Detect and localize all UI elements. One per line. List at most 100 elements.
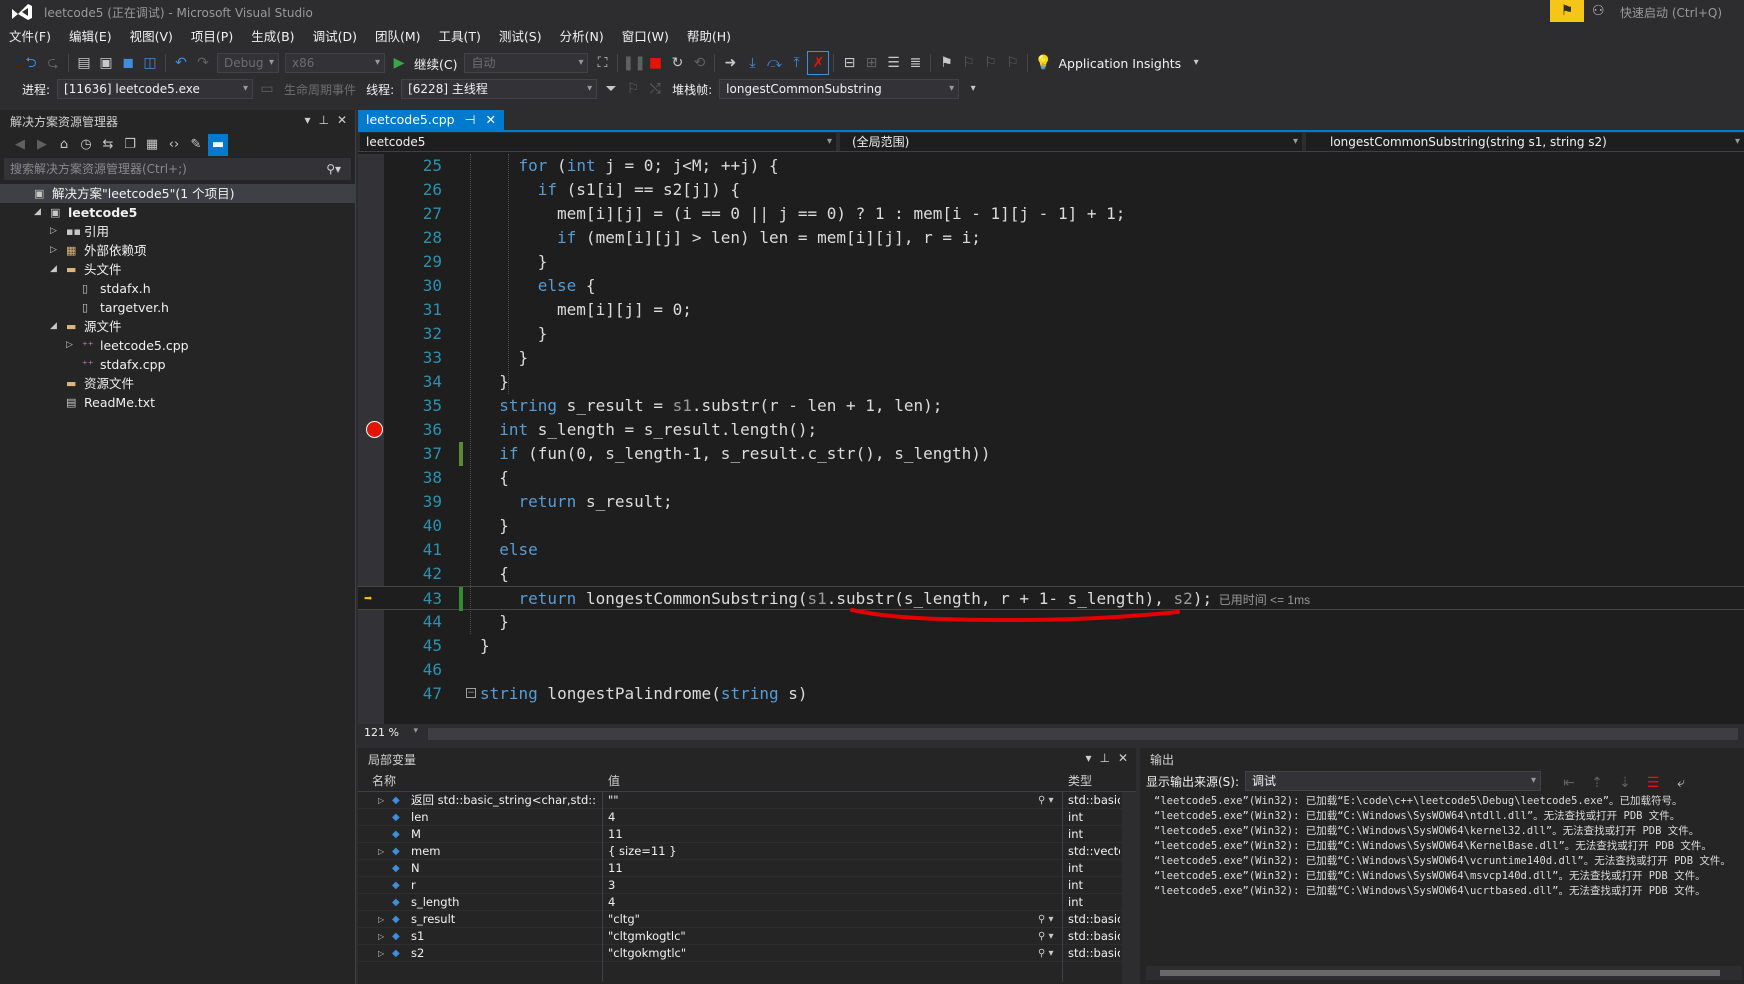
menu-debug[interactable]: 调试(D) xyxy=(304,26,366,48)
pin-icon[interactable]: ⊣ xyxy=(465,110,476,130)
menu-file[interactable]: 文件(F) xyxy=(0,26,60,48)
chevron-down-icon[interactable]: ▾ xyxy=(1185,52,1207,74)
dropdown-icon[interactable]: ▾ xyxy=(1085,751,1091,765)
history-icon[interactable]: ◷ xyxy=(76,134,96,156)
close-icon[interactable]: ✕ xyxy=(485,110,495,130)
locals-row[interactable]: ▷ ◆ s1 "cltgmkogtlc" ⚲ ▾ std::basic_string xyxy=(358,928,1136,945)
new-project-icon[interactable]: ▤ xyxy=(73,52,95,74)
visualizer-icon[interactable]: ⚲ ▾ xyxy=(1038,945,1054,962)
code-line[interactable]: 39 return s_result; xyxy=(358,490,1744,514)
code-line[interactable]: 37 if (fun(0, s_length-1, s_result.c_str(… xyxy=(358,442,1744,466)
uncomment-icon[interactable]: ≣ xyxy=(904,52,926,74)
solution-tree-item[interactable]: ▷ ▦ 外部依赖项 xyxy=(0,241,355,260)
variable-value[interactable]: 3 xyxy=(608,877,988,894)
visualizer-icon[interactable]: ⚲ ▾ xyxy=(1038,928,1054,945)
breakpoint-icon[interactable] xyxy=(366,421,383,438)
expand-arrow-icon[interactable]: ▷ xyxy=(50,241,57,260)
next-message-icon[interactable]: ⇣ xyxy=(1614,772,1636,794)
variable-value[interactable]: 4 xyxy=(608,809,988,826)
locals-row[interactable]: ◆ M 11 int xyxy=(358,826,1136,843)
menu-edit[interactable]: 编辑(E) xyxy=(60,26,121,48)
show-all-files-icon[interactable]: ▦ xyxy=(142,134,162,156)
variable-value[interactable]: "cltgokmgtlc" xyxy=(608,945,988,962)
code-line[interactable]: 41 else xyxy=(358,538,1744,562)
horizontal-scrollbar[interactable] xyxy=(1146,966,1742,980)
instruction-pointer-icon[interactable]: ➡ xyxy=(364,587,372,611)
locals-row[interactable]: ◆ N 11 int xyxy=(358,860,1136,877)
solution-tree-item[interactable]: ▷ ▪▪ 引用 xyxy=(0,222,355,241)
copy-icon[interactable]: ❐ xyxy=(120,134,140,156)
open-file-icon[interactable]: ▣ xyxy=(95,52,117,74)
lifecycle-events-button[interactable]: 生命周期事件 xyxy=(284,81,356,98)
menu-tools[interactable]: 工具(T) xyxy=(430,26,490,48)
code-line[interactable]: 42 { xyxy=(358,562,1744,586)
code-line[interactable]: 35 string s_result = s1.substr(r - len + … xyxy=(358,394,1744,418)
home-icon[interactable]: ⌂ xyxy=(54,134,74,156)
save-icon[interactable]: ◼ xyxy=(117,52,139,74)
preview-icon[interactable]: ▬ xyxy=(208,134,228,156)
undo-icon[interactable]: ↶ xyxy=(170,52,192,74)
zoom-select[interactable]: 121 % xyxy=(364,726,418,739)
pin-icon[interactable]: ⊥ xyxy=(1099,751,1109,765)
code-line[interactable]: 28 if (mem[i][j] > len) len = mem[i][j], … xyxy=(358,226,1744,250)
comment-icon[interactable]: ☰ xyxy=(882,52,904,74)
flag-thread-icon[interactable]: ⚐ xyxy=(622,78,644,100)
column-divider[interactable] xyxy=(1062,792,1063,982)
browser-link-icon[interactable]: ⛶ xyxy=(591,52,613,74)
prev-bookmark-icon[interactable]: ⚐ xyxy=(957,52,979,74)
project-nav-select[interactable]: leetcode5 xyxy=(360,133,836,151)
expand-arrow-icon[interactable]: ▷ xyxy=(378,843,384,860)
solution-tree-item[interactable]: ▯ stdafx.h xyxy=(0,279,355,298)
code-line[interactable]: 40} xyxy=(358,514,1744,538)
column-name[interactable]: 名称 xyxy=(372,770,396,792)
expand-arrow-icon[interactable]: ▷ xyxy=(50,222,57,241)
solution-tree-item[interactable]: ◢ ▣ leetcode5 xyxy=(0,203,355,222)
breakpoint-toggle-icon[interactable]: ✗ xyxy=(807,51,830,75)
application-insights-button[interactable]: Application Insights xyxy=(1054,56,1185,71)
show-next-statement-icon[interactable]: ⟲ xyxy=(688,52,710,74)
expand-arrow-icon[interactable]: ▷ xyxy=(378,945,384,962)
step-out-icon[interactable]: ⤒ xyxy=(785,52,807,74)
code-line[interactable]: 32} xyxy=(358,322,1744,346)
menu-help[interactable]: 帮助(H) xyxy=(678,26,740,48)
hex-icon[interactable]: ⊞ xyxy=(860,52,882,74)
locals-row[interactable]: ▷ ◆ s_result "cltg" ⚲ ▾ std::basic_string xyxy=(358,911,1136,928)
code-line[interactable]: 30 else { xyxy=(358,274,1744,298)
configuration-select[interactable]: Debug xyxy=(217,53,279,73)
menu-view[interactable]: 视图(V) xyxy=(121,26,182,48)
collapse-arrow-icon[interactable]: ◢ xyxy=(50,260,57,279)
break-all-icon[interactable]: ❚❚ xyxy=(622,52,645,74)
locals-row[interactable]: ▷ ◆ s2 "cltgokmgtlc" ⚲ ▾ std::basic_string xyxy=(358,945,1136,962)
code-line[interactable]: 27 mem[i][j] = (i == 0 || j == 0) ? 1 : m… xyxy=(358,202,1744,226)
restart-icon[interactable]: ↻ xyxy=(666,52,688,74)
code-line[interactable]: 26 if (s1[i] == s2[j]) { xyxy=(358,178,1744,202)
continue-icon[interactable]: ▶ xyxy=(388,52,410,74)
horizontal-scrollbar[interactable] xyxy=(428,728,1738,740)
step-into-icon[interactable]: ⤓ xyxy=(741,52,763,74)
collapse-arrow-icon[interactable]: ◢ xyxy=(50,317,57,336)
code-line[interactable]: 43 return longestCommonSubstring(s1.subst… xyxy=(358,586,1744,611)
show-flagged-icon[interactable]: ⤭ xyxy=(644,78,666,100)
code-line[interactable]: 46 xyxy=(358,658,1744,682)
locals-row[interactable]: ▷ ◆ mem { size=11 } std::vector xyxy=(358,843,1136,860)
expand-arrow-icon[interactable]: ▷ xyxy=(66,336,73,355)
search-icon[interactable]: ⚲▾ xyxy=(326,158,341,180)
variable-value[interactable]: "cltg" xyxy=(608,911,988,928)
variable-value[interactable]: "" xyxy=(608,792,988,809)
visualizer-icon[interactable]: ⚲ ▾ xyxy=(1038,792,1054,809)
collapse-block-icon[interactable]: − xyxy=(466,688,476,698)
solution-tree-item[interactable]: ⁺⁺ stdafx.cpp xyxy=(0,355,355,374)
dropdown-icon[interactable]: ▾ xyxy=(304,113,310,127)
continue-button[interactable]: 继续(C) xyxy=(410,54,461,73)
account-icon[interactable]: ⚇ xyxy=(1592,3,1605,19)
auto-select[interactable]: 自动 xyxy=(464,53,589,73)
quick-launch-input[interactable]: 快速启动 (Ctrl+Q) xyxy=(1620,4,1722,21)
output-source-select[interactable]: 调试 xyxy=(1245,771,1541,791)
word-wrap-icon[interactable]: ⤶ xyxy=(1670,772,1692,794)
column-value[interactable]: 值 xyxy=(608,770,620,792)
next-bookmark-icon[interactable]: ⚐ xyxy=(979,52,1001,74)
solution-tree-item[interactable]: ▬ 资源文件 xyxy=(0,374,355,393)
locals-row[interactable]: ◆ r 3 int xyxy=(358,877,1136,894)
code-line[interactable]: 47 string longestPalindrome(string s) xyxy=(358,682,1744,706)
menu-analyze[interactable]: 分析(N) xyxy=(551,26,613,48)
